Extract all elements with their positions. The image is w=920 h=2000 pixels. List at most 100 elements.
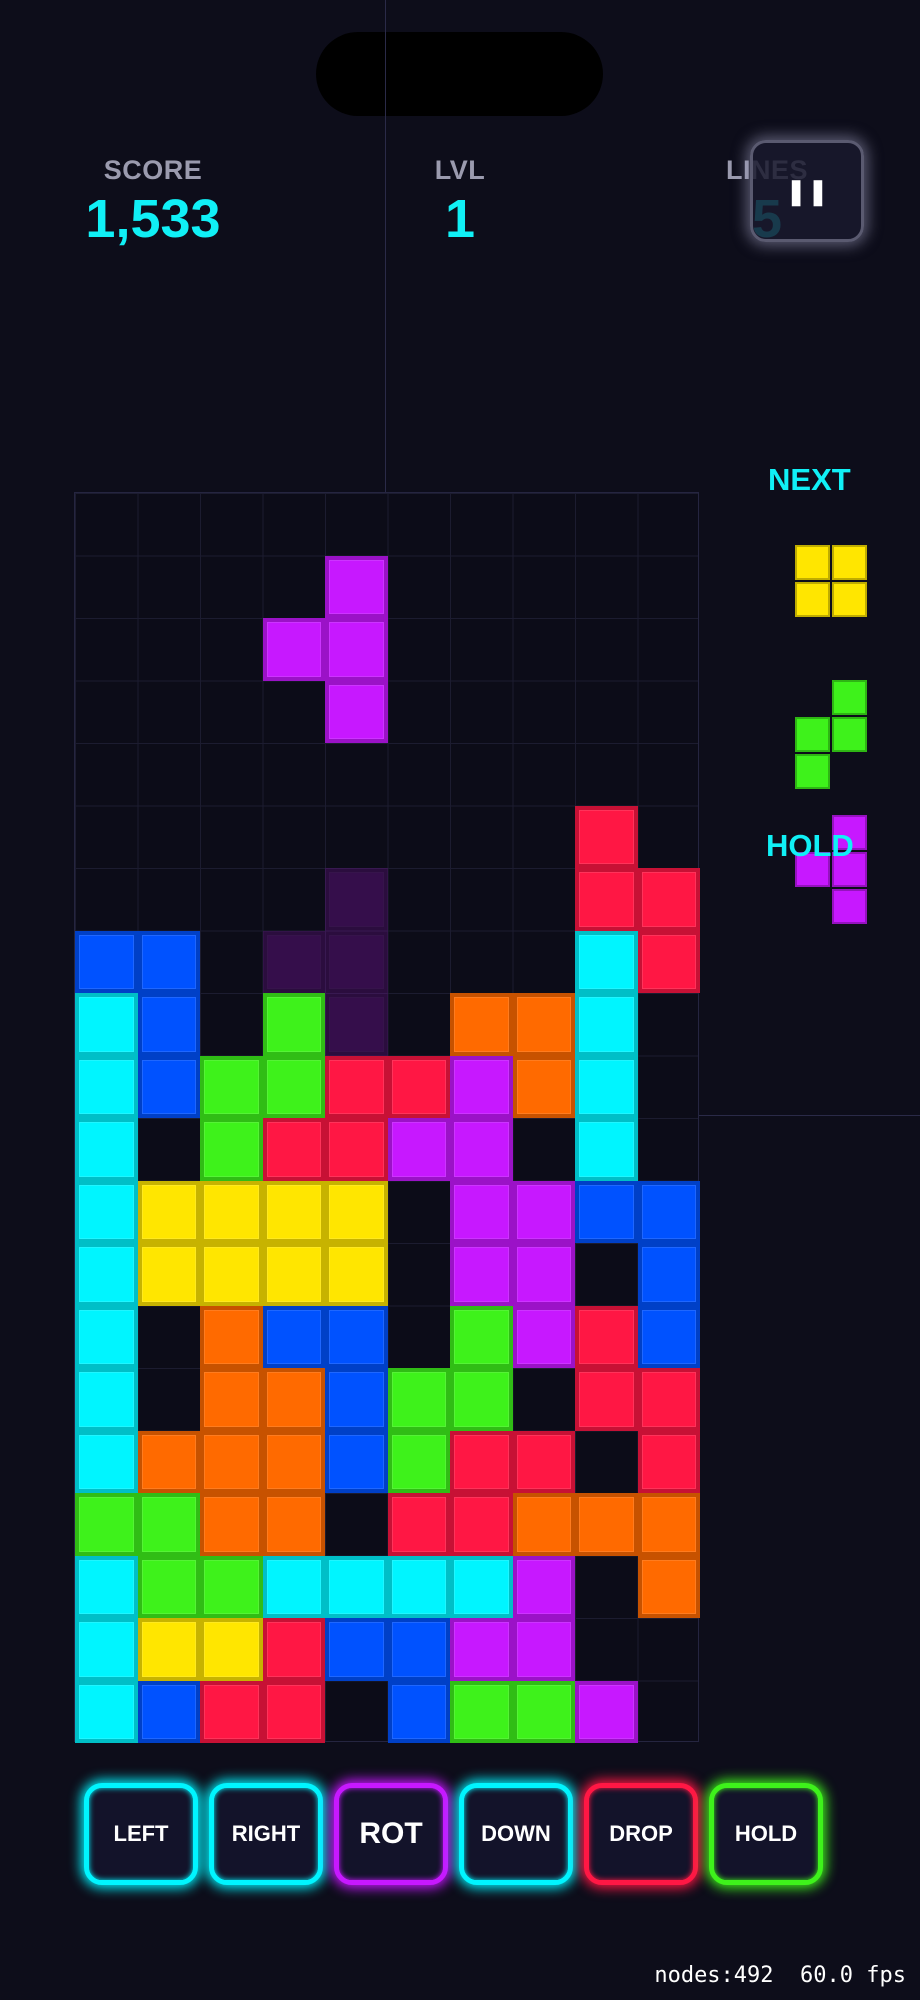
block-z <box>200 1680 263 1743</box>
block-s <box>137 1493 200 1556</box>
block-o <box>325 1243 388 1306</box>
block-s <box>450 1305 513 1368</box>
block-l <box>262 1430 325 1493</box>
ghost-block <box>325 868 388 931</box>
block-l <box>200 1305 263 1368</box>
device-notch <box>316 32 603 116</box>
block-t <box>512 1243 575 1306</box>
right-button[interactable]: RIGHT <box>209 1783 323 1885</box>
block-l <box>200 1493 263 1556</box>
block-i <box>575 930 638 993</box>
preview-block-o <box>795 582 830 617</box>
level-value: 1 <box>444 189 476 249</box>
block-l <box>200 1368 263 1431</box>
block-j <box>137 930 200 993</box>
preview-block-o <box>832 582 867 617</box>
block-z <box>450 1493 513 1556</box>
block-t <box>575 1680 638 1743</box>
block-z <box>262 1680 325 1743</box>
block-z <box>325 1055 388 1118</box>
level-label: LVL <box>434 155 486 185</box>
hold-button[interactable]: HOLD <box>709 1783 823 1885</box>
block-l <box>512 1493 575 1556</box>
block-o <box>200 1243 263 1306</box>
block-j <box>137 1055 200 1118</box>
hold-label: HOLD <box>766 828 854 863</box>
block-z <box>637 1430 700 1493</box>
block-t <box>512 1618 575 1681</box>
block-i <box>450 1555 513 1618</box>
block-i <box>75 1118 138 1181</box>
block-t <box>325 680 388 743</box>
preview-block-o <box>832 545 867 580</box>
block-l <box>512 993 575 1056</box>
block-i <box>75 1055 138 1118</box>
next-label: NEXT <box>768 462 851 497</box>
drop-button[interactable]: DROP <box>584 1783 698 1885</box>
block-s <box>137 1555 200 1618</box>
block-t <box>325 555 388 618</box>
block-t <box>450 1055 513 1118</box>
block-t <box>387 1118 450 1181</box>
block-t <box>325 618 388 681</box>
left-button[interactable]: LEFT <box>84 1783 198 1885</box>
block-j <box>637 1305 700 1368</box>
block-o <box>325 1180 388 1243</box>
block-z <box>637 868 700 931</box>
block-i <box>575 993 638 1056</box>
block-l <box>262 1368 325 1431</box>
block-j <box>637 1180 700 1243</box>
game-board[interactable] <box>74 492 700 1743</box>
block-t <box>512 1555 575 1618</box>
block-o <box>200 1180 263 1243</box>
block-i <box>262 1555 325 1618</box>
rotate-button[interactable]: ROT <box>334 1783 448 1885</box>
block-o <box>137 1180 200 1243</box>
pause-button[interactable]: ❚❚ <box>750 140 864 242</box>
preview-block-s <box>832 680 867 715</box>
block-t <box>450 1180 513 1243</box>
block-z <box>262 1118 325 1181</box>
block-s <box>200 1555 263 1618</box>
block-z <box>387 1493 450 1556</box>
block-j <box>387 1618 450 1681</box>
block-s <box>200 1118 263 1181</box>
block-l <box>512 1055 575 1118</box>
block-l <box>637 1493 700 1556</box>
block-z <box>575 1368 638 1431</box>
block-l <box>575 1493 638 1556</box>
down-button[interactable]: DOWN <box>459 1783 573 1885</box>
block-l <box>450 993 513 1056</box>
preview-block-o <box>795 545 830 580</box>
block-i <box>75 1243 138 1306</box>
block-o <box>137 1618 200 1681</box>
block-i <box>75 1180 138 1243</box>
block-t <box>450 1618 513 1681</box>
block-z <box>512 1430 575 1493</box>
block-o <box>200 1618 263 1681</box>
block-s <box>512 1680 575 1743</box>
preview-block-t <box>832 889 867 924</box>
block-i <box>75 1305 138 1368</box>
block-i <box>75 1368 138 1431</box>
block-l <box>137 1430 200 1493</box>
block-t <box>450 1243 513 1306</box>
block-s <box>387 1368 450 1431</box>
block-s <box>387 1430 450 1493</box>
block-l <box>200 1430 263 1493</box>
block-i <box>575 1055 638 1118</box>
block-i <box>75 1680 138 1743</box>
block-j <box>325 1430 388 1493</box>
block-s <box>450 1680 513 1743</box>
block-j <box>137 1680 200 1743</box>
block-z <box>637 930 700 993</box>
block-i <box>575 1118 638 1181</box>
ghost-block <box>325 993 388 1056</box>
block-i <box>75 1618 138 1681</box>
block-j <box>575 1180 638 1243</box>
block-i <box>387 1555 450 1618</box>
block-l <box>637 1555 700 1618</box>
ghost-block <box>325 930 388 993</box>
block-j <box>325 1368 388 1431</box>
block-j <box>325 1618 388 1681</box>
